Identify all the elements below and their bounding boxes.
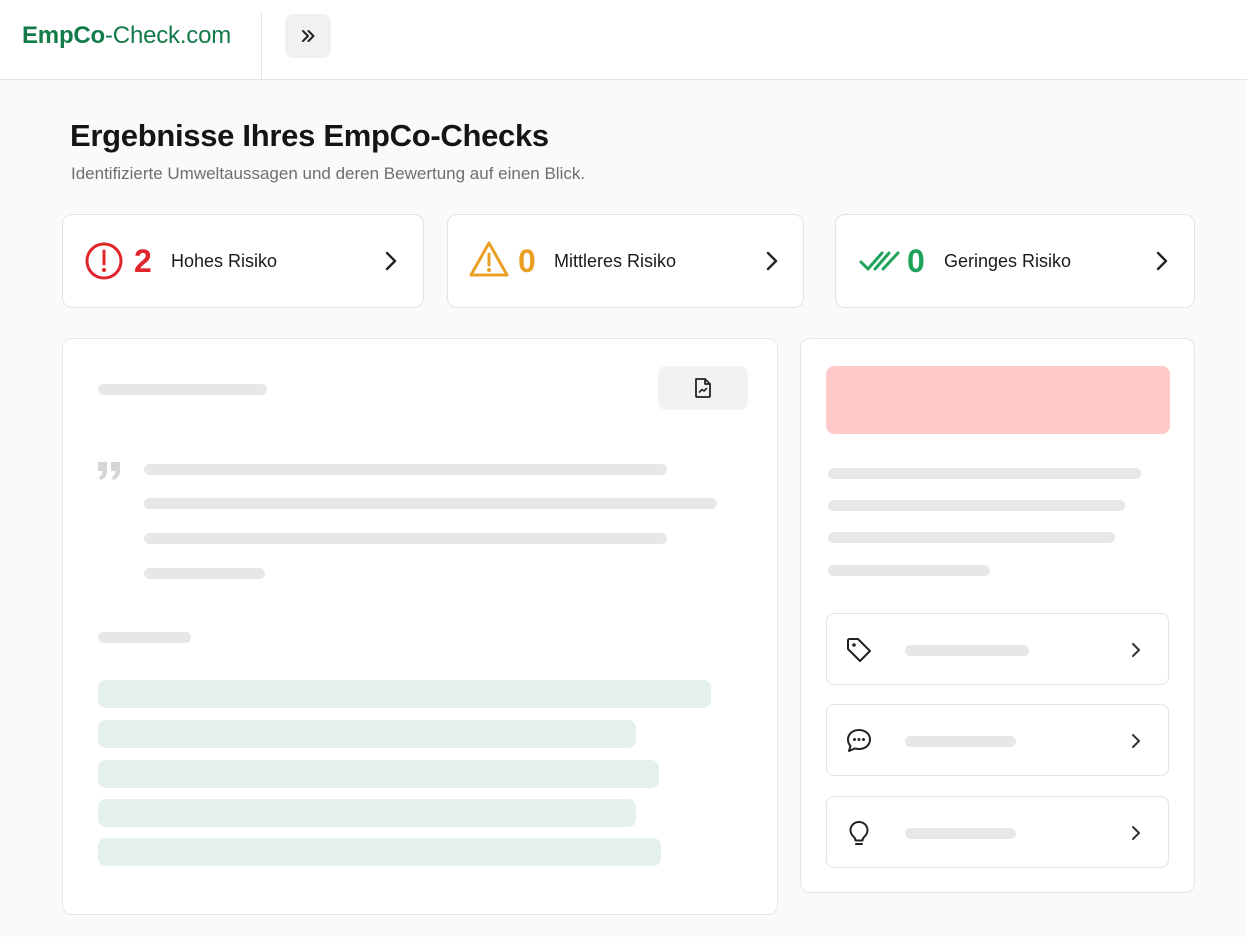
detail-item-comment[interactable] xyxy=(826,704,1169,776)
chevron-right-icon xyxy=(766,251,778,271)
skeleton-green-line xyxy=(98,680,711,708)
risk-count-low: 0 xyxy=(907,243,925,279)
chevron-right-icon xyxy=(385,251,397,271)
risk-card-medium[interactable]: 0 Mittleres Risiko xyxy=(447,214,804,308)
chat-bubble-icon xyxy=(847,729,871,752)
page-subtitle: Identifizierte Umweltaussagen und deren … xyxy=(71,164,586,183)
warning-triangle-icon xyxy=(469,241,509,277)
document-button[interactable] xyxy=(658,366,748,410)
skeleton-green-line xyxy=(98,799,636,827)
skeleton-line xyxy=(828,565,990,576)
skeleton-line xyxy=(828,500,1125,511)
logo[interactable]: EmpCo-Check.com xyxy=(22,22,231,50)
document-icon xyxy=(695,378,711,398)
skeleton-label xyxy=(905,645,1029,656)
chevron-right-icon xyxy=(1132,826,1140,840)
double-check-icon xyxy=(859,251,900,271)
top-divider xyxy=(261,12,262,80)
quote-icon xyxy=(98,462,120,480)
skeleton-subheading xyxy=(98,632,191,643)
skeleton-green-line xyxy=(98,760,659,788)
skeleton-line xyxy=(144,498,717,509)
risk-banner-placeholder xyxy=(826,366,1170,434)
chevron-right-icon xyxy=(1132,734,1140,748)
risk-card-low[interactable]: 0 Geringes Risiko xyxy=(835,214,1195,308)
chevron-right-icon xyxy=(1132,643,1140,657)
double-chevron-right-icon xyxy=(302,30,315,42)
skeleton-line xyxy=(828,532,1115,543)
expand-sidebar-button[interactable] xyxy=(285,14,331,58)
detail-item-tag[interactable] xyxy=(826,613,1169,685)
skeleton-label xyxy=(905,828,1016,839)
skeleton-green-line xyxy=(98,720,636,748)
chevron-right-icon xyxy=(1156,251,1168,271)
logo-bold-text: EmpCo xyxy=(22,22,106,49)
skeleton-heading xyxy=(98,384,267,395)
skeleton-line xyxy=(828,468,1141,479)
skeleton-line xyxy=(144,464,667,475)
page-title: Ergebnisse Ihres EmpCo-Checks xyxy=(70,118,549,153)
statement-panel xyxy=(62,338,778,915)
risk-card-high[interactable]: 2 Hohes Risiko xyxy=(62,214,424,308)
risk-label-low: Geringes Risiko xyxy=(944,251,1072,271)
logo-rest-text: -Check.com xyxy=(105,22,232,49)
skeleton-line xyxy=(144,568,265,579)
skeleton-label xyxy=(905,736,1016,747)
skeleton-line xyxy=(144,533,667,544)
skeleton-green-line xyxy=(98,838,661,866)
risk-count-high: 2 xyxy=(134,243,152,279)
risk-count-medium: 0 xyxy=(518,243,536,279)
top-bar: EmpCo-Check.com xyxy=(0,0,1247,80)
risk-label-high: Hohes Risiko xyxy=(171,251,278,271)
alert-circle-icon xyxy=(85,242,123,280)
lightbulb-icon xyxy=(849,821,869,845)
risk-label-medium: Mittleres Risiko xyxy=(554,251,677,271)
detail-item-idea[interactable] xyxy=(826,796,1169,868)
tag-icon xyxy=(847,638,871,662)
